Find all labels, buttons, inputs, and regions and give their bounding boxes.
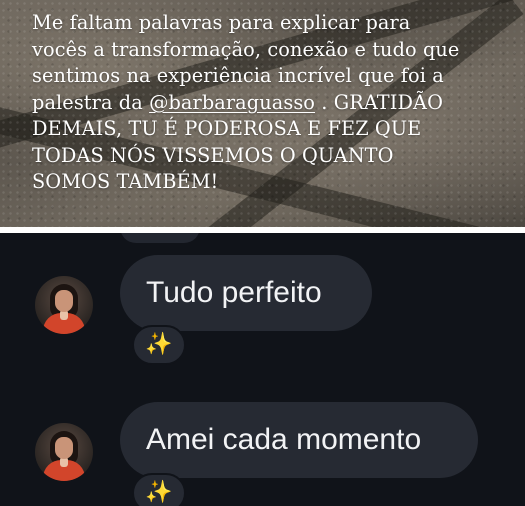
sender-avatar[interactable] [35, 276, 93, 334]
caption-line: DEMAIS, TU É PODEROSA E FEZ QUE [32, 117, 422, 140]
caption-line-with-mention: palestra da @barbaraguasso . GRATIDÃO [32, 90, 502, 117]
story-caption: Me faltam palavras para explicar para vo… [32, 10, 502, 196]
story-image: Me faltam palavras para explicar para vo… [0, 0, 525, 227]
caption-line: sentimos na experiência incrível que foi… [32, 64, 444, 87]
caption-text: . GRATIDÃO [315, 90, 443, 114]
mention-link[interactable]: @barbaraguasso [149, 91, 315, 114]
sparkles-reaction-icon[interactable]: ✨ [132, 473, 186, 506]
caption-line: vocês a transformação, conexão e tudo qu… [32, 37, 460, 61]
sparkles-reaction-icon[interactable]: ✨ [132, 325, 186, 365]
message-thread[interactable]: Tudo perfeito ✨ Amei cada momento ✨ [0, 233, 525, 506]
caption-text: palestra da [32, 90, 150, 114]
caption-line: Me faltam palavras para explicar para [32, 11, 411, 34]
avatar-face [55, 290, 73, 312]
avatar-face [55, 437, 73, 459]
message-bubble[interactable]: Tudo perfeito [120, 255, 372, 331]
message-bubble[interactable]: Amei cada momento [120, 402, 478, 478]
caption-line: SOMOS TAMBÉM! [32, 170, 219, 193]
caption-line: TODAS NÓS VISSEMOS O QUANTO [32, 143, 394, 167]
sender-avatar[interactable] [35, 423, 93, 481]
previous-message-bubble[interactable] [120, 233, 200, 243]
